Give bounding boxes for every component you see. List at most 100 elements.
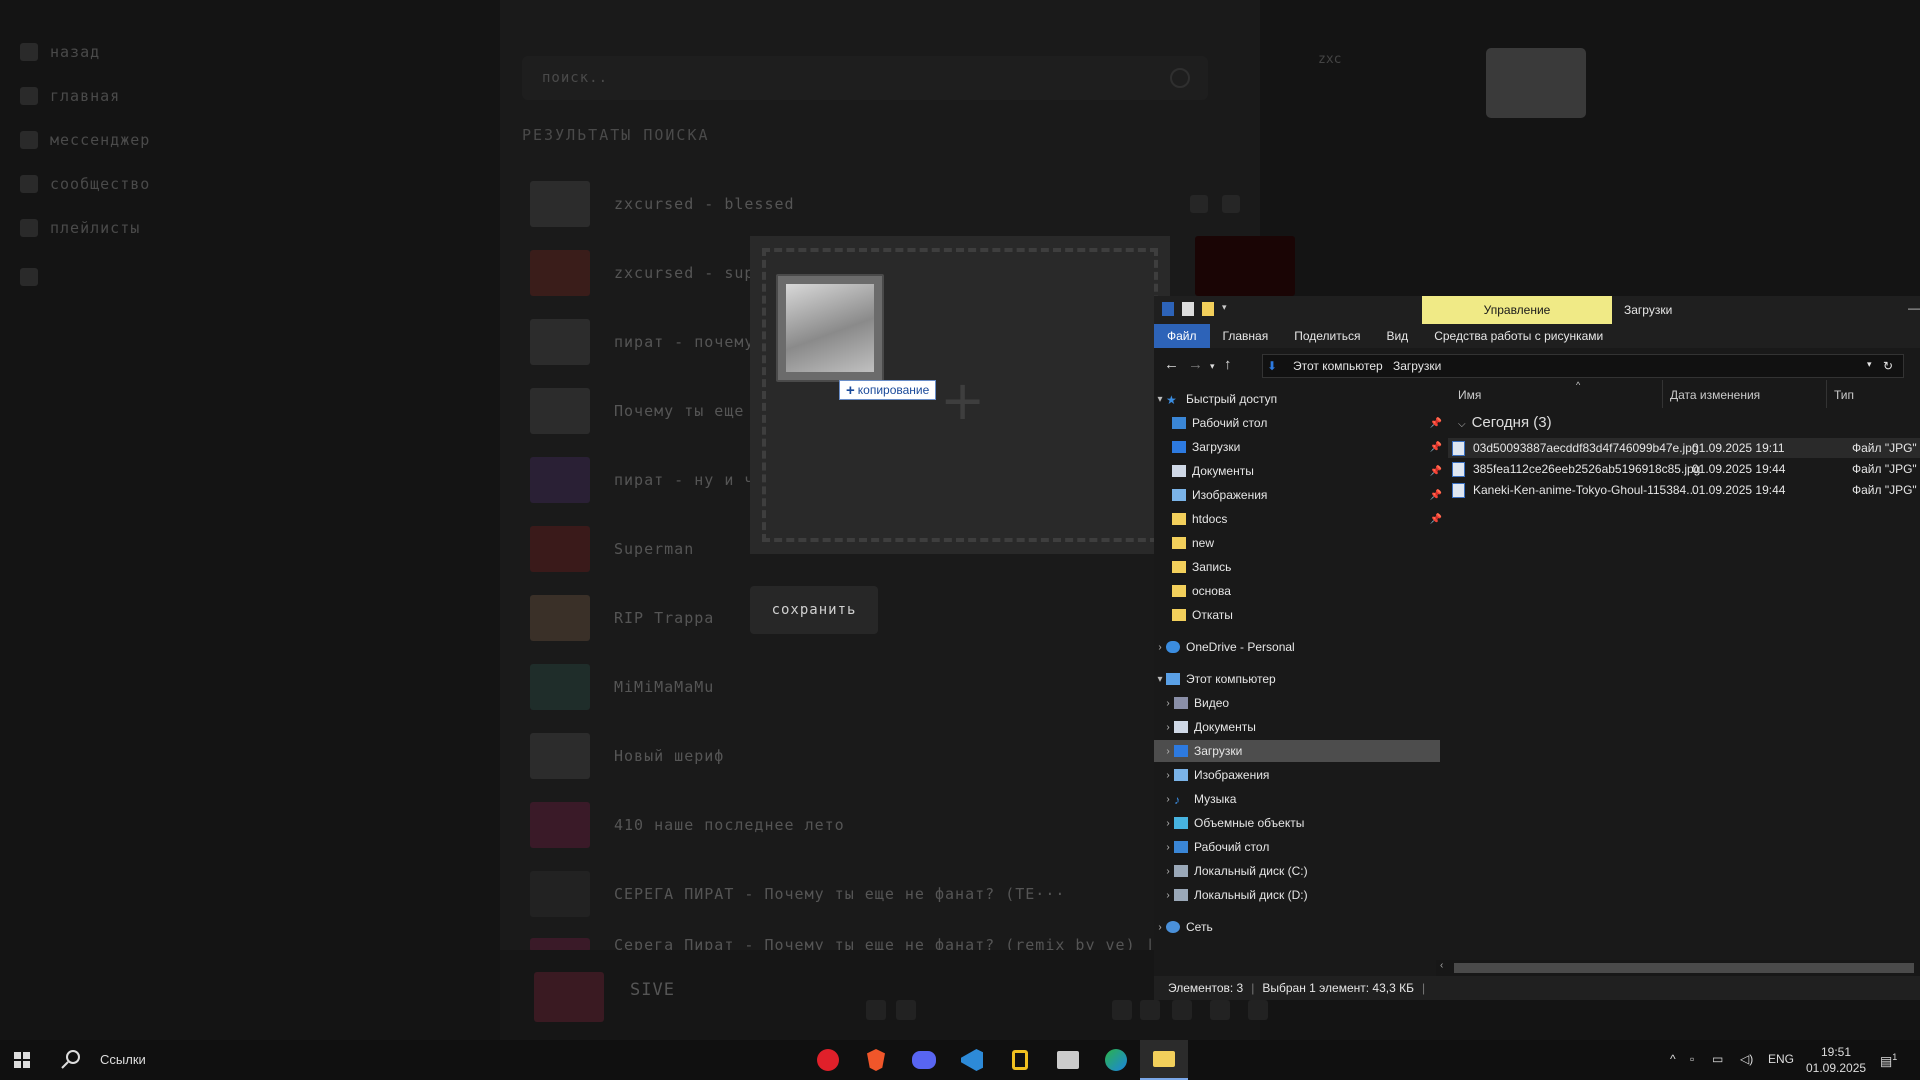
language-indicator[interactable]: ENG bbox=[1768, 1052, 1794, 1066]
tree-item[interactable]: › Локальный диск (D:) bbox=[1154, 884, 1440, 906]
track-row[interactable]: zxcursed - blessed bbox=[530, 179, 795, 229]
file-row[interactable]: 385fea112ce26eeb2526ab5196918c85.jpg 01.0… bbox=[1448, 459, 1920, 479]
profile-icon[interactable] bbox=[1222, 195, 1240, 213]
sidebar-item-extra[interactable] bbox=[20, 262, 38, 292]
search-icon[interactable] bbox=[1170, 68, 1190, 88]
tree-item[interactable]: Изображения 📌 bbox=[1154, 484, 1450, 506]
tab-file[interactable]: Файл bbox=[1154, 324, 1210, 348]
edge-icon[interactable] bbox=[1092, 1040, 1140, 1080]
scrollbar-thumb[interactable] bbox=[1454, 963, 1914, 973]
chevron-right-icon[interactable]: › bbox=[1162, 746, 1174, 757]
search-input[interactable]: поиск.. bbox=[522, 56, 1208, 100]
breadcrumb-this-pc[interactable]: Этот компьютер bbox=[1293, 359, 1383, 373]
scroll-left-icon[interactable]: ‹ bbox=[1440, 960, 1443, 971]
tree-item[interactable]: Рабочий стол 📌 bbox=[1154, 412, 1450, 434]
queue-icon[interactable] bbox=[866, 1000, 886, 1020]
track-row[interactable]: RIP Trappa bbox=[530, 593, 714, 643]
customize-icon[interactable]: ▾ bbox=[1222, 302, 1230, 316]
media-app-icon[interactable] bbox=[1044, 1040, 1092, 1080]
tree-item[interactable]: › Документы bbox=[1154, 716, 1440, 738]
windows-start-icon[interactable] bbox=[14, 1052, 30, 1068]
queue-icon[interactable] bbox=[1190, 195, 1208, 213]
tree-item[interactable]: › Рабочий стол bbox=[1154, 836, 1440, 858]
explorer-icon[interactable] bbox=[1140, 1040, 1188, 1080]
tree-item-selected[interactable]: › Загрузки bbox=[1154, 740, 1440, 762]
lock-app-icon[interactable] bbox=[996, 1040, 1044, 1080]
chevron-down-icon[interactable]: ▾ bbox=[1867, 359, 1872, 370]
horizontal-scrollbar[interactable]: ‹ bbox=[1436, 960, 1920, 976]
chevron-down-icon[interactable]: ▾ bbox=[1154, 674, 1166, 685]
refresh-icon[interactable]: ↻ bbox=[1883, 359, 1893, 373]
recent-chevron-icon[interactable]: ▾ bbox=[1210, 361, 1215, 372]
chevron-right-icon[interactable]: › bbox=[1154, 922, 1166, 933]
tree-item[interactable]: › Изображения bbox=[1154, 764, 1440, 786]
notification-icon[interactable]: ▤1 bbox=[1880, 1052, 1897, 1069]
vscode-icon[interactable] bbox=[948, 1040, 996, 1080]
tree-network[interactable]: › Сеть bbox=[1154, 916, 1432, 938]
track-row[interactable]: Почему ты еще не bbox=[530, 386, 775, 436]
profile-icon[interactable] bbox=[896, 1000, 916, 1020]
file-row[interactable]: 03d50093887aecddf83d4f746099b47e.jpg 01.0… bbox=[1448, 438, 1920, 458]
tree-item[interactable]: › Видео bbox=[1154, 692, 1440, 714]
chevron-right-icon[interactable]: › bbox=[1162, 698, 1174, 709]
forward-arrow-icon[interactable]: → bbox=[1188, 356, 1203, 373]
column-date[interactable]: Дата изменения bbox=[1670, 388, 1760, 402]
tree-item[interactable]: › Локальный диск (C:) bbox=[1154, 860, 1440, 882]
tree-item[interactable]: htdocs 📌 bbox=[1154, 508, 1450, 530]
tab-view[interactable]: Вид bbox=[1373, 324, 1421, 348]
tree-item[interactable]: Документы 📌 bbox=[1154, 460, 1450, 482]
tree-item[interactable]: › ♪ Музыка bbox=[1154, 788, 1440, 810]
tab-picture-tools[interactable]: Средства работы с рисунками bbox=[1421, 324, 1616, 348]
address-bar[interactable]: ⬇ Этот компьютер Загрузки ▾ ↻ bbox=[1262, 354, 1904, 378]
chevron-right-icon[interactable]: › bbox=[1162, 818, 1174, 829]
tab-home[interactable]: Главная bbox=[1210, 324, 1282, 348]
sidebar-item-messenger[interactable]: мессенджер bbox=[20, 125, 150, 155]
chevron-right-icon[interactable]: › bbox=[1162, 866, 1174, 877]
chevron-right-icon[interactable]: › bbox=[1162, 722, 1174, 733]
track-row[interactable]: MiMiMaMaMu bbox=[530, 662, 714, 712]
track-row[interactable]: zxcursed - supern bbox=[530, 248, 785, 298]
play-icon[interactable] bbox=[1210, 1000, 1230, 1020]
avatar[interactable] bbox=[1486, 48, 1586, 118]
network-icon[interactable]: ▭ bbox=[1712, 1052, 1723, 1066]
chevron-down-icon[interactable]: ▾ bbox=[1154, 394, 1166, 405]
mts-icon[interactable] bbox=[804, 1040, 852, 1080]
discord-icon[interactable] bbox=[900, 1040, 948, 1080]
tree-item[interactable]: › Объемные объекты bbox=[1154, 812, 1440, 834]
sidebar-item-playlists[interactable]: плейлисты bbox=[20, 213, 140, 243]
new-folder-icon[interactable] bbox=[1202, 302, 1214, 316]
repeat-icon[interactable] bbox=[1140, 1000, 1160, 1020]
tab-manage[interactable]: Управление bbox=[1422, 296, 1612, 324]
next-icon[interactable] bbox=[1248, 1000, 1268, 1020]
sidebar-item-home[interactable]: главная bbox=[20, 81, 120, 111]
chevron-right-icon[interactable]: › bbox=[1162, 794, 1174, 805]
tab-share[interactable]: Поделиться bbox=[1281, 324, 1373, 348]
brave-icon[interactable] bbox=[852, 1040, 900, 1080]
chevron-right-icon[interactable]: › bbox=[1154, 642, 1166, 653]
track-row[interactable]: Superman bbox=[530, 524, 694, 574]
chevron-right-icon[interactable]: › bbox=[1162, 890, 1174, 901]
clock[interactable]: 19:51 01.09.2025 bbox=[1806, 1044, 1866, 1076]
tree-item[interactable]: Запись bbox=[1154, 556, 1450, 578]
prev-icon[interactable] bbox=[1172, 1000, 1192, 1020]
back-arrow-icon[interactable]: ← bbox=[1164, 356, 1179, 373]
chevron-right-icon[interactable]: › bbox=[1162, 842, 1174, 853]
tree-quick-access[interactable]: ▾ ★ Быстрый доступ bbox=[1154, 388, 1432, 410]
track-row[interactable]: Новый шериф bbox=[530, 731, 724, 781]
tree-this-pc[interactable]: ▾ Этот компьютер bbox=[1154, 668, 1432, 690]
volume-icon[interactable]: ◁) bbox=[1740, 1052, 1753, 1066]
chevron-right-icon[interactable]: › bbox=[1162, 770, 1174, 781]
column-name[interactable]: Имя bbox=[1458, 388, 1481, 402]
save-button[interactable]: сохранить bbox=[750, 586, 878, 634]
group-header[interactable]: ⌵ Сегодня (3) bbox=[1458, 414, 1552, 431]
tree-item[interactable]: Откаты bbox=[1154, 604, 1450, 626]
file-row[interactable]: Kaneki-Ken-anime-Tokyo-Ghoul-115384... 01… bbox=[1448, 480, 1920, 500]
track-row[interactable]: пират - почему ты bbox=[530, 317, 785, 367]
minimize-icon[interactable]: — bbox=[1908, 301, 1920, 315]
volume-icon[interactable] bbox=[1112, 1000, 1132, 1020]
download-icon[interactable] bbox=[1162, 302, 1174, 316]
breadcrumb-downloads[interactable]: Загрузки bbox=[1393, 359, 1441, 373]
tree-item[interactable]: new bbox=[1154, 532, 1450, 554]
track-row[interactable]: СЕРЕГА ПИРАТ - Почему ты еще не фанат? (… bbox=[530, 869, 1065, 919]
track-row[interactable]: 410 наше последнее лето bbox=[530, 800, 845, 850]
